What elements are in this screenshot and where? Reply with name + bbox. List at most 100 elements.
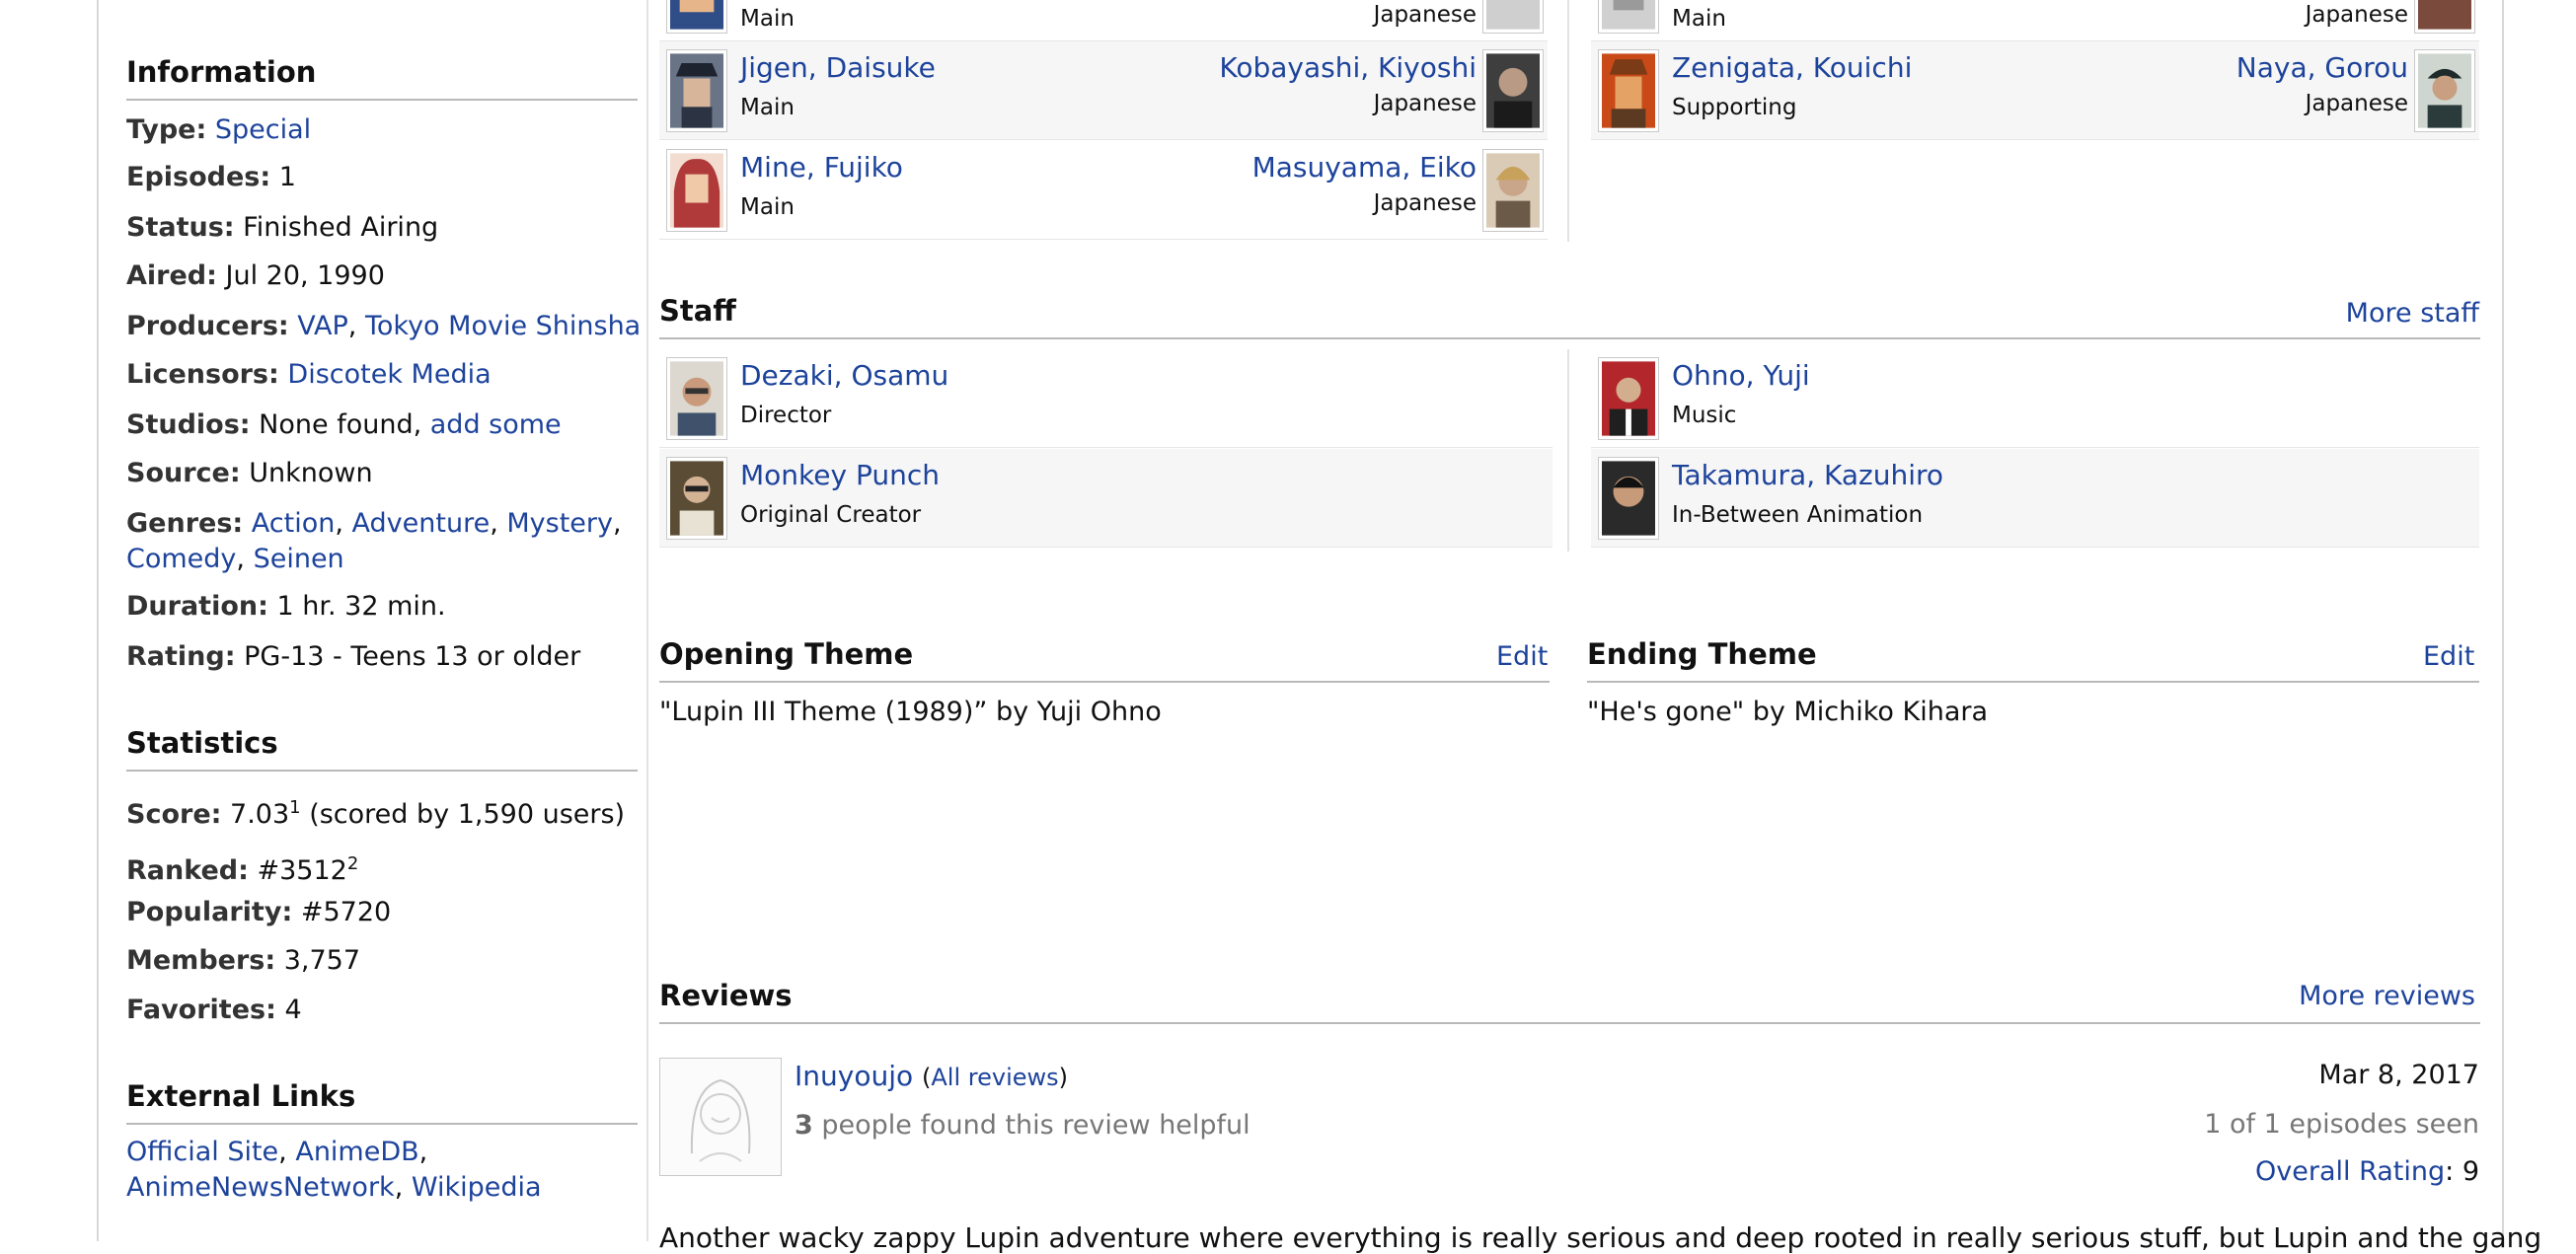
character-image[interactable] — [1598, 49, 1659, 132]
staff-image[interactable] — [666, 357, 727, 440]
external-links-line2: AnimeNewsNetwork, Wikipedia — [126, 1172, 542, 1203]
opening-theme-song: "Lupin III Theme (1989)” by Yuji Ohno — [659, 697, 1162, 727]
voice-actor-language: Japanese — [1373, 190, 1477, 216]
stat-members: Members: 3,757 — [126, 945, 361, 976]
producer-link-vap[interactable]: VAP — [297, 311, 348, 341]
staff-name-link[interactable]: Monkey Punch — [740, 459, 940, 492]
genre-link-adventure[interactable]: Adventure — [352, 508, 491, 539]
character-role: Main — [740, 95, 795, 120]
staff-role: Music — [1672, 403, 1737, 428]
reviewer-avatar[interactable] — [659, 1058, 782, 1176]
info-studios: Studios: None found, add some — [126, 409, 562, 440]
info-genres: Genres: Action, Adventure, Mystery, — [126, 508, 622, 539]
info-genres-cont: Comedy, Seinen — [126, 544, 344, 574]
voice-actor-name-link[interactable]: Kobayashi, Kiyoshi — [1219, 51, 1477, 85]
genre-link-comedy[interactable]: Comedy — [126, 544, 236, 574]
anime-details-page: Information Type: Special Episodes: 1 St… — [0, 0, 2576, 1254]
sidebar-divider — [646, 0, 648, 1241]
page-frame-left — [97, 0, 99, 1241]
character-image[interactable] — [666, 149, 727, 232]
stat-popularity: Popularity: #5720 — [126, 897, 392, 927]
character-name-link[interactable]: Mine, Fujiko — [740, 151, 903, 184]
character-column-divider — [1567, 0, 1569, 242]
voice-actor-language: Japanese — [2305, 91, 2408, 116]
review-author-line: Inuyoujo (All reviews) — [795, 1060, 1069, 1092]
voice-actor-thumbnail-icon — [1486, 0, 1540, 30]
staff-row: Monkey Punch Original Creator — [659, 449, 1553, 548]
staff-row: Ohno, Yuji Music — [1591, 349, 2479, 448]
animedb-link[interactable]: AnimeDB — [295, 1137, 418, 1167]
info-aired: Aired: Jul 20, 1990 — [126, 260, 385, 291]
statistics-heading: Statistics — [126, 726, 638, 772]
genre-link-action[interactable]: Action — [252, 508, 336, 539]
genre-link-mystery[interactable]: Mystery — [506, 508, 613, 539]
info-producers: Producers: VAP, Tokyo Movie Shinsha — [126, 311, 642, 341]
animenewsnetwork-link[interactable]: AnimeNewsNetwork — [126, 1172, 395, 1203]
more-staff-link[interactable]: More staff — [2346, 298, 2479, 329]
voice-actor-name-link[interactable]: Naya, Gorou — [2236, 51, 2408, 85]
voice-actor-image[interactable] — [2414, 0, 2475, 34]
genre-link-seinen[interactable]: Seinen — [254, 544, 344, 574]
character-thumbnail-icon — [670, 153, 723, 228]
character-image[interactable] — [1598, 0, 1659, 34]
voice-actor-image[interactable] — [1482, 0, 1544, 34]
staff-image[interactable] — [1598, 457, 1659, 540]
voice-actor-language: Japanese — [1373, 91, 1477, 116]
review-episodes-seen: 1 of 1 episodes seen — [2204, 1109, 2479, 1140]
voice-actor-thumbnail-icon — [2418, 53, 2471, 128]
character-role: Main — [740, 194, 795, 220]
character-row: Mine, Fujiko Main Masuyama, Eiko Japanes… — [659, 141, 1548, 240]
producer-link-tms[interactable]: Tokyo Movie Shinsha — [365, 311, 641, 341]
staff-heading: Staff — [659, 294, 2480, 339]
external-links-heading: External Links — [126, 1079, 638, 1125]
review-date: Mar 8, 2017 — [2318, 1060, 2479, 1090]
staff-thumbnail-icon — [670, 361, 723, 436]
wikipedia-link[interactable]: Wikipedia — [412, 1172, 542, 1203]
page-frame-right — [2502, 0, 2504, 1241]
review-overall-rating: Overall Rating: 9 — [2255, 1156, 2479, 1187]
staff-role: Original Creator — [740, 502, 922, 528]
external-links-line1: Official Site, AnimeDB, — [126, 1137, 428, 1167]
type-link[interactable]: Special — [215, 114, 311, 145]
character-name-link[interactable]: Zenigata, Kouichi — [1672, 51, 1912, 85]
character-name-link[interactable]: Jigen, Daisuke — [740, 51, 936, 85]
staff-name-link[interactable]: Takamura, Kazuhiro — [1672, 459, 1943, 492]
voice-actor-language: Japanese — [1373, 2, 1477, 28]
character-row: Zenigata, Kouichi Supporting Naya, Gorou… — [1591, 41, 2479, 140]
character-role: Supporting — [1672, 95, 1797, 120]
more-reviews-link[interactable]: More reviews — [2299, 981, 2475, 1011]
staff-role: Director — [740, 403, 832, 428]
voice-actor-language: Japanese — [2305, 2, 2408, 28]
voice-actor-image[interactable] — [1482, 149, 1544, 232]
info-type: Type: Special — [126, 114, 312, 145]
character-image[interactable] — [666, 49, 727, 132]
staff-image[interactable] — [1598, 357, 1659, 440]
staff-name-link[interactable]: Ohno, Yuji — [1672, 359, 1810, 393]
voice-actor-image[interactable] — [1482, 49, 1544, 132]
staff-thumbnail-icon — [1602, 361, 1655, 436]
add-studios-link[interactable]: add some — [430, 409, 562, 440]
character-row: Main Japanese — [1591, 0, 2479, 41]
staff-thumbnail-icon — [670, 461, 723, 536]
character-image[interactable] — [666, 0, 727, 34]
licensor-link[interactable]: Discotek Media — [287, 359, 491, 390]
voice-actor-image[interactable] — [2414, 49, 2475, 132]
info-status: Status: Finished Airing — [126, 212, 439, 243]
stat-score: Score: 7.031 (scored by 1,590 users) — [126, 797, 626, 830]
voice-actor-thumbnail-icon — [1486, 53, 1540, 128]
overall-rating-link[interactable]: Overall Rating — [2255, 1156, 2445, 1187]
character-thumbnail-icon — [670, 53, 723, 128]
info-episodes: Episodes: 1 — [126, 162, 296, 192]
official-site-link[interactable]: Official Site — [126, 1137, 278, 1167]
ending-theme-song: "He's gone" by Michiko Kihara — [1587, 697, 1989, 727]
ending-theme-edit-link[interactable]: Edit — [2423, 641, 2474, 672]
staff-row: Dezaki, Osamu Director — [659, 349, 1553, 448]
staff-image[interactable] — [666, 457, 727, 540]
reviewer-name-link[interactable]: Inuyoujo — [795, 1060, 913, 1092]
staff-name-link[interactable]: Dezaki, Osamu — [740, 359, 948, 393]
information-heading: Information — [126, 55, 638, 101]
all-reviews-link[interactable]: All reviews — [931, 1064, 1058, 1091]
voice-actor-name-link[interactable]: Masuyama, Eiko — [1252, 151, 1477, 184]
opening-theme-edit-link[interactable]: Edit — [1496, 641, 1548, 672]
info-licensors: Licensors: Discotek Media — [126, 359, 492, 390]
